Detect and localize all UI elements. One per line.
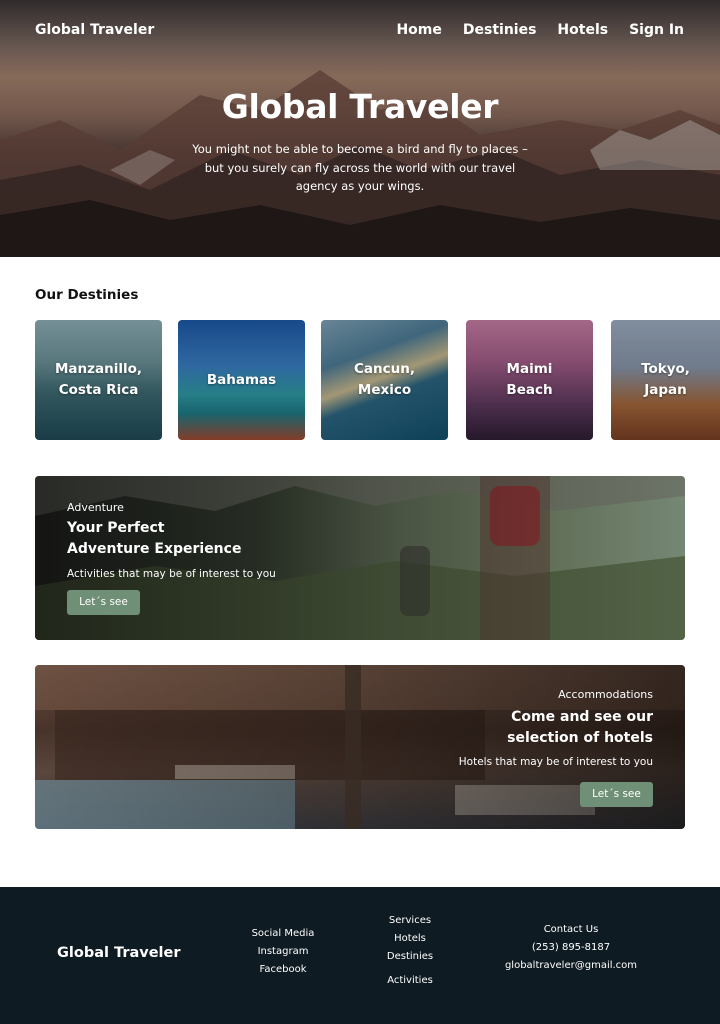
destination-label: Maimi Beach [506,361,553,398]
destination-card-manzanillo[interactable]: Manzanillo, Costa Rica [35,320,162,440]
adventure-lets-see-button[interactable]: Let´s see [67,590,140,615]
footer-hotels[interactable]: Hotels [375,930,445,948]
adventure-heading: Your Perfect Adventure Experience [67,520,242,557]
destination-label: Manzanillo, Costa Rica [54,361,143,398]
footer-contact-column: Contact Us (253) 895-8187 globaltraveler… [495,921,647,975]
destination-card-cancun[interactable]: Cancun, Mexico [321,320,448,440]
hero-overlay [0,0,720,257]
hotels-description: Hotels that may be of interest to you [458,756,653,768]
hotels-heading: Come and see our selection of hotels [507,709,653,746]
footer: Global Traveler Social Media Instagram F… [0,887,720,1024]
hero-title: Global Traveler [221,87,499,126]
adventure-card: Adventure Your Perfect Adventure Experie… [35,476,685,640]
hero-banner: Global Traveler Home Destinies Hotels Si… [0,0,720,257]
nav-hotels[interactable]: Hotels [557,22,608,38]
footer-services-column: Services Hotels Destinies Activities [375,912,445,990]
adventure-kicker: Adventure [67,501,124,514]
destinies-title: Our Destinies [35,287,139,303]
nav-destinies[interactable]: Destinies [463,22,537,38]
main-nav: Home Destinies Hotels Sign In [396,22,684,38]
footer-social-media[interactable]: Social Media [243,925,323,943]
footer-destinies[interactable]: Destinies [375,948,445,966]
footer-social-column: Social Media Instagram Facebook [243,925,323,979]
destination-card-tokyo[interactable]: Tokyo, Japan [611,320,720,440]
destination-label: Bahamas [206,371,277,388]
nav-sign-in[interactable]: Sign In [629,22,684,38]
nav-home[interactable]: Home [396,22,441,38]
destination-label: Tokyo, Japan [641,361,690,398]
footer-instagram[interactable]: Instagram [243,943,323,961]
hotels-lets-see-button[interactable]: Let´s see [580,782,653,807]
site-logo[interactable]: Global Traveler [35,22,154,38]
footer-services[interactable]: Services [375,912,445,930]
destination-card-bahamas[interactable]: Bahamas [178,320,305,440]
footer-email[interactable]: globaltraveler@gmail.com [495,957,647,975]
footer-facebook[interactable]: Facebook [243,961,323,979]
footer-contact-us[interactable]: Contact Us [495,921,647,939]
footer-activities[interactable]: Activities [375,972,445,990]
footer-brand: Global Traveler [57,945,181,961]
footer-phone[interactable]: (253) 895-8187 [495,939,647,957]
adventure-description: Activities that may be of interest to yo… [67,568,276,580]
destination-card-miami[interactable]: Maimi Beach [466,320,593,440]
destination-label: Cancun, Mexico [354,361,415,398]
hotels-card: Accommodations Come and see our selectio… [35,665,685,829]
hotels-kicker: Accommodations [558,688,653,701]
hero-subtitle: You might not be able to become a bird a… [192,142,528,193]
